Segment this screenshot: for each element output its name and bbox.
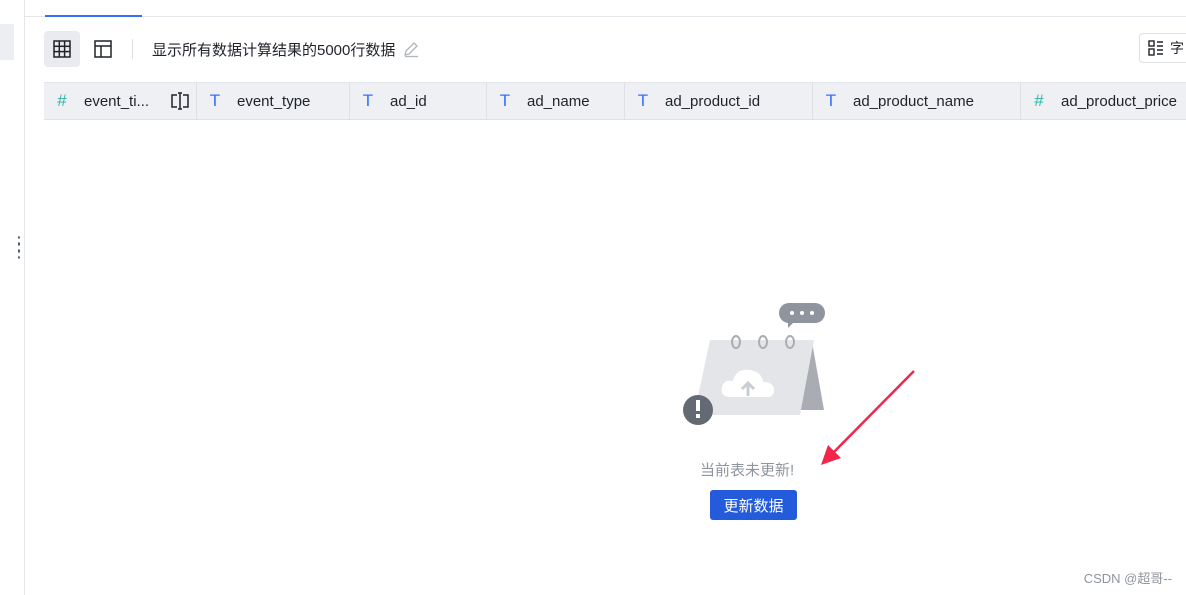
column-name: ad_product_id	[665, 92, 761, 110]
hash-icon: #	[57, 91, 67, 110]
column-header-event-type[interactable]: T event_type	[197, 83, 350, 119]
field-settings-label: 字	[1170, 40, 1184, 56]
column-header-ad-name[interactable]: T ad_name	[487, 83, 625, 119]
update-data-button[interactable]: 更新数据	[710, 490, 797, 520]
column-width-icon[interactable]	[170, 92, 190, 110]
text-t-icon: T	[637, 91, 649, 110]
column-name: ad_name	[527, 92, 590, 110]
edit-pencil-icon[interactable]	[402, 40, 420, 58]
table-header: # event_ti... T event_type T ad_id T ad_…	[44, 82, 1186, 120]
text-t-icon: T	[825, 91, 837, 110]
column-header-ad-id[interactable]: T ad_id	[350, 83, 487, 119]
drag-handle-icon[interactable]: · · · · · ·	[17, 230, 27, 264]
column-name: ad_id	[390, 92, 427, 110]
layout-view-button[interactable]	[85, 31, 121, 67]
column-name: event_ti...	[84, 92, 150, 110]
tab-bar	[25, 0, 1186, 17]
grid-icon	[53, 40, 71, 58]
grid-view-button[interactable]	[44, 31, 80, 67]
column-header-ad-product-id[interactable]: T ad_product_id	[625, 83, 813, 119]
text-t-icon: T	[499, 91, 511, 110]
empty-state-message: 当前表未更新!	[700, 462, 795, 479]
toolbar: 显示所有数据计算结果的5000行数据 字	[44, 31, 1186, 67]
active-tab-indicator[interactable]	[45, 15, 142, 17]
text-t-icon: T	[209, 91, 221, 110]
red-arrow-annotation	[821, 370, 915, 465]
column-name: ad_product_price	[1061, 92, 1177, 110]
field-list-icon	[1148, 40, 1163, 56]
column-header-ad-product-name[interactable]: T ad_product_name	[813, 83, 1021, 119]
layout-icon	[94, 40, 112, 58]
text-t-icon: T	[362, 91, 374, 110]
empty-state-calendar-icon	[683, 303, 825, 425]
table-description: 显示所有数据计算结果的5000行数据	[152, 42, 396, 59]
sidebar-selected-item[interactable]	[0, 24, 14, 60]
toolbar-divider	[132, 39, 133, 59]
watermark: CSDN @超哥--	[1083, 571, 1172, 586]
field-settings-button[interactable]: 字	[1139, 33, 1186, 63]
column-name: event_type	[237, 92, 311, 110]
column-header-event-time[interactable]: # event_ti...	[44, 83, 197, 119]
column-header-ad-product-price[interactable]: # ad_product_price	[1021, 83, 1186, 119]
left-sidebar	[0, 0, 25, 595]
hash-icon: #	[1034, 91, 1044, 110]
column-name: ad_product_name	[853, 92, 974, 110]
